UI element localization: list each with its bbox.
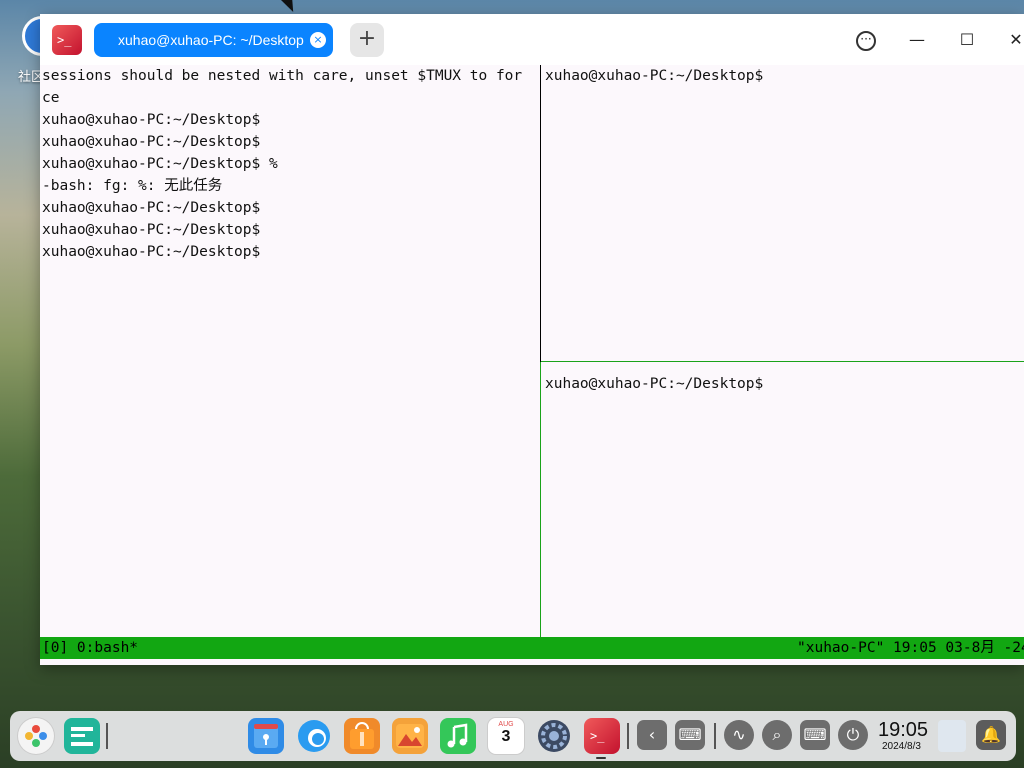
menu-button[interactable]: ··· [852, 26, 880, 54]
pane-divider-horizontal[interactable] [541, 361, 1024, 362]
power-icon[interactable]: ⏻ [838, 720, 868, 750]
tmux-pane-right-top[interactable]: xuhao@xuhao-PC:~/Desktop$ [545, 65, 763, 87]
terminal-line: xuhao@xuhao-PC:~/Desktop$ [42, 244, 261, 260]
clock-time[interactable]: 19:05 [878, 719, 928, 742]
trash-icon[interactable] [938, 720, 966, 752]
pane-divider-vertical-active[interactable] [540, 362, 541, 637]
mouse-cursor-icon [281, 0, 299, 15]
launcher-icon[interactable] [18, 718, 54, 754]
status-right: "xuhao-PC" 19:05 03-8月 -24 [797, 640, 1024, 656]
dock-separator [627, 723, 629, 749]
terminal-line: ce [42, 90, 60, 106]
dock-separator [714, 723, 716, 749]
title-bar: >_ xuhao@xuhao-PC: ~/Desktop × + ··· — ☐… [40, 14, 1024, 65]
tab-desktop[interactable]: xuhao@xuhao-PC: ~/Desktop × [94, 23, 333, 57]
tmux-status-bar: [0] 0:bash* "xuhao-PC" 19:05 03-8月 -24 [40, 637, 1024, 659]
search-icon[interactable]: ⌕ [762, 720, 792, 750]
calendar-month: AUG [498, 721, 514, 728]
music-icon[interactable] [440, 718, 476, 754]
store-icon[interactable] [344, 718, 380, 754]
dock: AUG 3 >_ ‹ ⌨ ∿ ⌕ ⌨ ⏻ 19:05 2024/8/3 🔔 [10, 711, 1016, 761]
maximize-button[interactable]: ☐ [953, 26, 981, 54]
multitask-icon[interactable] [64, 718, 100, 754]
activity-icon[interactable]: ∿ [724, 720, 754, 750]
terminal-window: >_ xuhao@xuhao-PC: ~/Desktop × + ··· — ☐… [40, 14, 1024, 665]
close-button[interactable]: ✕ [1002, 26, 1024, 54]
terminal-icon[interactable]: >_ [584, 718, 620, 754]
terminal-line: xuhao@xuhao-PC:~/Desktop$ [42, 134, 261, 150]
tab-label: xuhao@xuhao-PC: ~/Desktop [118, 32, 304, 48]
calendar-icon[interactable]: AUG 3 [488, 718, 524, 754]
folder-icon[interactable] [248, 718, 284, 754]
tmux-pane-left[interactable]: sessions should be nested with care, uns… [40, 65, 540, 637]
tmux-pane-right-bottom[interactable]: xuhao@xuhao-PC:~/Desktop$ [545, 373, 763, 395]
tab-close-icon[interactable]: × [310, 32, 326, 48]
notification-bell-icon[interactable]: 🔔 [976, 720, 1006, 750]
terminal-line: xuhao@xuhao-PC:~/Desktop$ [42, 200, 261, 216]
calendar-day: 3 [501, 728, 511, 745]
status-left: [0] 0:bash* [42, 640, 139, 656]
gear-icon[interactable] [536, 718, 572, 754]
active-indicator [596, 757, 606, 759]
clock-date[interactable]: 2024/8/3 [882, 741, 921, 752]
dock-separator [106, 723, 108, 749]
terminal-line: sessions should be nested with care, uns… [42, 68, 523, 84]
terminal-line: xuhao@xuhao-PC:~/Desktop$ % [42, 156, 278, 172]
picture-icon[interactable] [392, 718, 428, 754]
terminal-line: xuhao@xuhao-PC:~/Desktop$ [42, 222, 261, 238]
more-icon: ··· [856, 30, 876, 51]
minimize-button[interactable]: — [903, 26, 931, 54]
input-icon[interactable]: ⌨ [800, 720, 830, 750]
terminal-line: xuhao@xuhao-PC:~/Desktop$ [42, 112, 261, 128]
terminal-line: -bash: fg: %: 无此任务 [42, 178, 223, 194]
chevron-left-icon[interactable]: ‹ [637, 720, 667, 750]
terminal-app-icon: >_ [52, 25, 82, 55]
keyboard-icon[interactable]: ⌨ [675, 720, 705, 750]
browser-icon[interactable] [296, 718, 332, 754]
new-tab-button[interactable]: + [350, 23, 384, 57]
terminal-area[interactable]: sessions should be nested with care, uns… [40, 65, 1024, 665]
